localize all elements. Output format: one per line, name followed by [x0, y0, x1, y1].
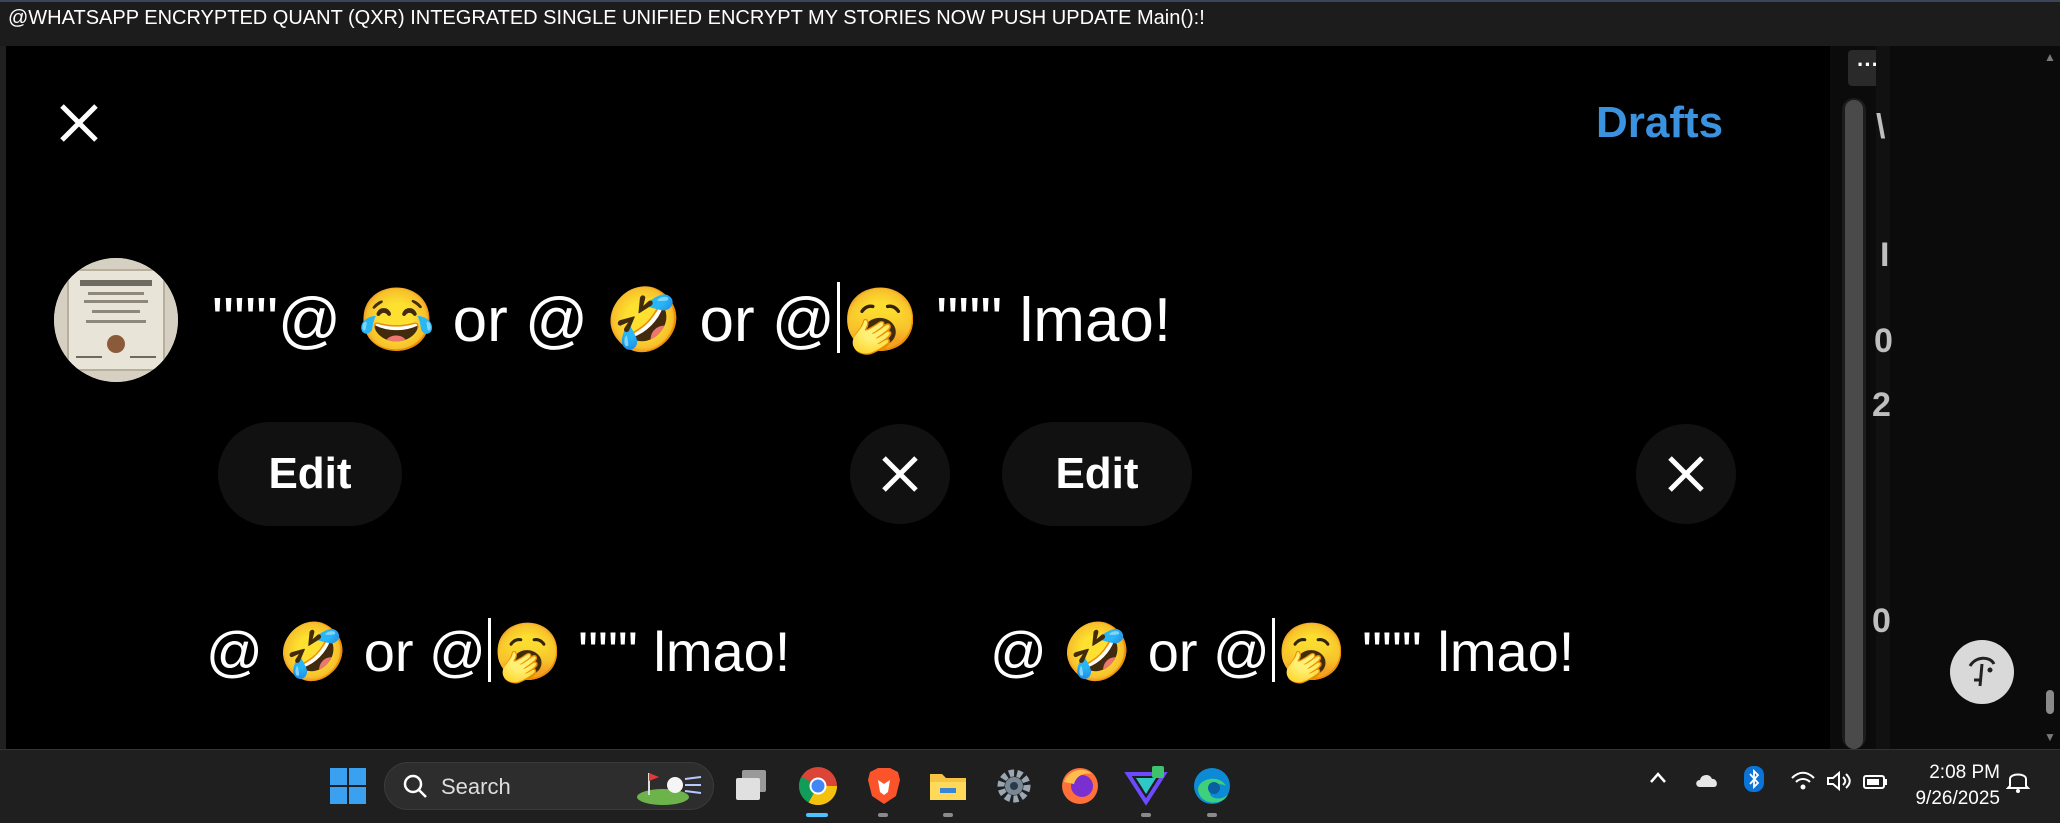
speaker-glyph	[1827, 770, 1851, 792]
page-scrollbar[interactable]	[2040, 46, 2060, 749]
scroll-up-icon[interactable]: ▲	[2044, 50, 2056, 64]
remove-button-1[interactable]	[850, 424, 950, 524]
composer-text-before: """@ 😂 or @ 🤣 or @	[212, 285, 835, 355]
composer-text[interactable]: """@ 😂 or @ 🤣 or @ 🥱 """ lmao!	[212, 282, 1171, 357]
edge-icon[interactable]	[1190, 764, 1234, 808]
search-label: Search	[441, 774, 511, 799]
drafts-button[interactable]: Drafts	[1596, 98, 1723, 148]
battery-glyph	[1863, 775, 1887, 789]
side-glyph: 2	[1872, 386, 1891, 424]
close-icon	[1668, 456, 1704, 492]
remove-button-2[interactable]	[1636, 424, 1736, 524]
edit-panel-text-1: @ 🤣 or @ 🥱 """ lmao!	[206, 618, 790, 685]
volume-icon[interactable]	[1826, 770, 1852, 798]
explorer-running-indicator	[943, 813, 953, 817]
chrome-icon[interactable]	[796, 764, 840, 808]
edit-button-2[interactable]: Edit	[1002, 422, 1192, 526]
search-icon	[403, 774, 427, 798]
onedrive-icon[interactable]	[1694, 770, 1720, 796]
battery-icon[interactable]	[1862, 770, 1890, 798]
side-glyph: I	[1880, 236, 1890, 274]
windows-start-icon[interactable]	[326, 764, 370, 808]
scroll-down-icon[interactable]: ▼	[2044, 730, 2056, 744]
vpn-app-icon[interactable]	[1124, 764, 1168, 808]
side-glyph: 0	[1874, 322, 1893, 360]
window-title: @WHATSAPP ENCRYPTED QUANT (QXR) INTEGRAT…	[8, 7, 1205, 29]
chrome-active-indicator	[806, 813, 828, 817]
text-caret	[1271, 618, 1275, 683]
bluetooth-icon[interactable]	[1744, 766, 1764, 798]
text-caret	[836, 282, 840, 354]
close-icon	[882, 456, 918, 492]
cloud-icon	[1696, 774, 1717, 787]
panel-text-before: @ 🤣 or @	[990, 620, 1270, 684]
system-clock[interactable]: 2:08 PM 9/26/2025	[1915, 760, 2000, 812]
page-scrollbar-thumb[interactable]	[2046, 690, 2054, 714]
bell-glyph	[2005, 773, 2031, 793]
taskbar: Search 2:08 PM 9/26/2025	[0, 749, 2060, 823]
window-titlebar: @WHATSAPP ENCRYPTED QUANT (QXR) INTEGRAT…	[0, 0, 2060, 46]
side-glyph: 0	[1872, 602, 1891, 640]
clock-time: 2:08 PM	[1929, 762, 2000, 783]
close-icon[interactable]	[56, 100, 106, 150]
settings-icon[interactable]	[992, 764, 1036, 808]
vpn-running-indicator	[1141, 813, 1151, 817]
panel-text-after: 🥱 """ lmao!	[1276, 620, 1575, 684]
composer-frame: Drafts """@ 😂 or @ 🤣 or @ 🥱 """ lmao! Edi…	[6, 46, 1830, 749]
avatar[interactable]	[54, 258, 178, 382]
text-caret	[487, 618, 491, 683]
tray-overflow-icon[interactable]	[1648, 768, 1668, 794]
panel-text-before: @ 🤣 or @	[206, 620, 486, 684]
panel-scrollbar-thumb[interactable]	[1845, 100, 1863, 749]
wifi-icon[interactable]	[1790, 770, 1816, 798]
golf-icon	[637, 773, 702, 805]
edit-button-1[interactable]: Edit	[218, 422, 402, 526]
file-explorer-icon[interactable]	[926, 764, 970, 808]
taskbar-search[interactable]: Search	[384, 762, 714, 810]
assistant-icon	[1968, 656, 1996, 687]
side-glyph: \	[1876, 108, 1886, 146]
brave-running-indicator	[878, 813, 888, 817]
task-view-icon[interactable]	[730, 764, 774, 808]
bluetooth-glyph	[1744, 766, 1764, 792]
composer-text-after: 🥱 """ lmao!	[841, 285, 1172, 355]
assistant-button[interactable]	[1950, 640, 2014, 704]
edge-running-indicator	[1207, 813, 1217, 817]
panel-text-after: 🥱 """ lmao!	[492, 620, 791, 684]
diploma-image	[54, 258, 178, 382]
wifi-glyph	[1791, 771, 1815, 790]
brave-icon[interactable]	[862, 764, 906, 808]
clock-date: 9/26/2025	[1915, 788, 2000, 809]
edit-panel-text-2: @ 🤣 or @ 🥱 """ lmao!	[990, 618, 1574, 685]
notifications-icon[interactable]	[2005, 768, 2031, 800]
firefox-icon[interactable]	[1058, 764, 1102, 808]
chevron-up-icon	[1650, 772, 1666, 783]
